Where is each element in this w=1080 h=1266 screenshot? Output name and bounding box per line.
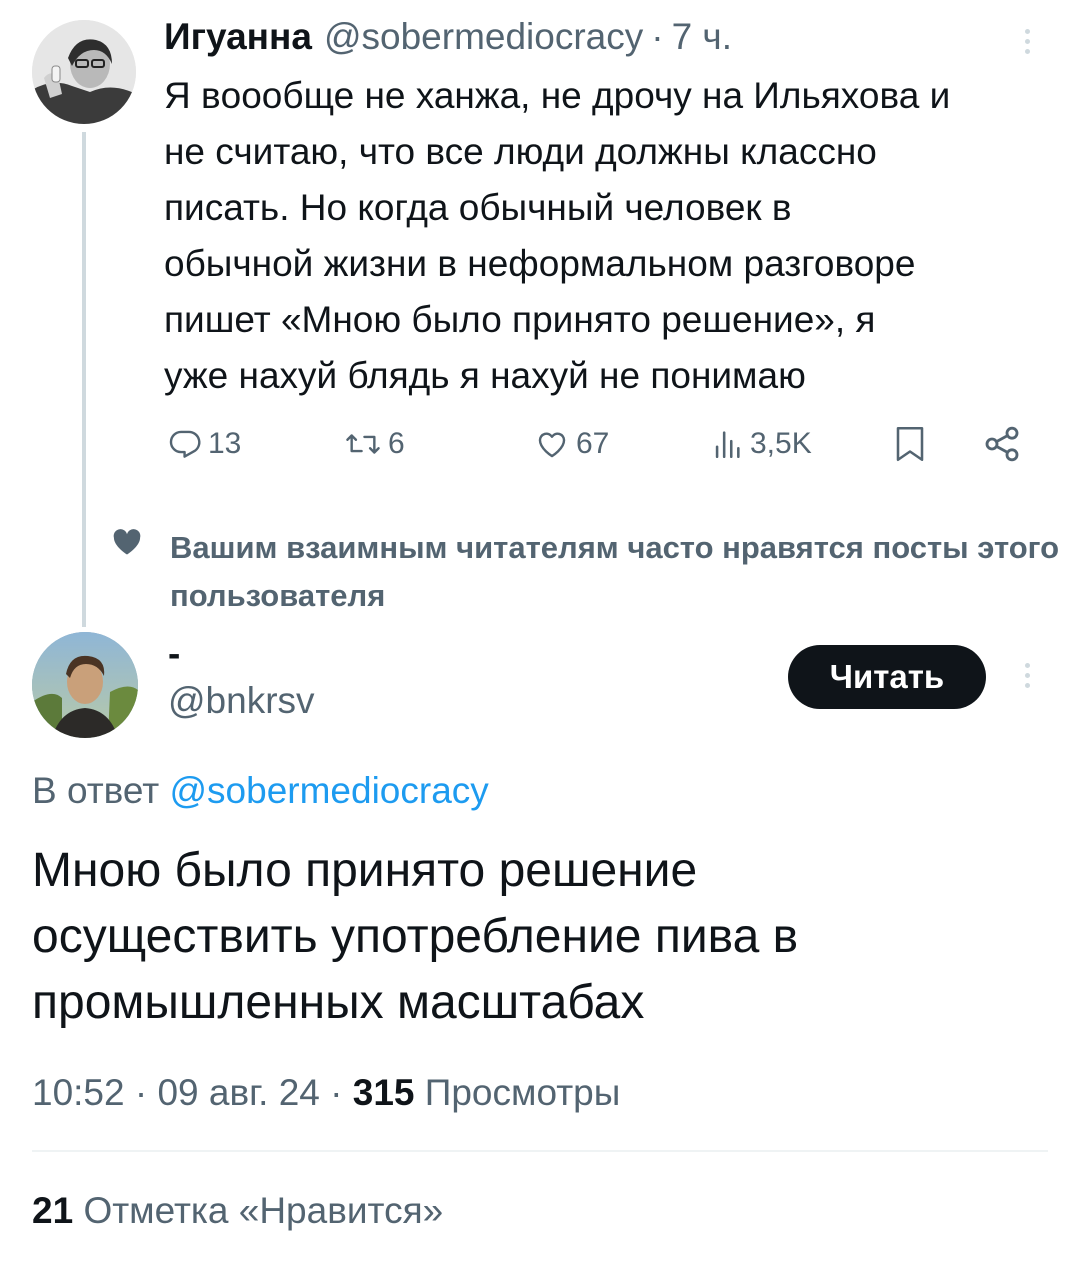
reply-to-handle-link[interactable]: @sobermediocracy bbox=[170, 770, 489, 811]
parent-avatar-image bbox=[32, 20, 136, 124]
header-separator: · bbox=[651, 16, 664, 57]
parent-tweet-header: Игуанна @sobermediocracy · 7 ч. bbox=[164, 16, 732, 66]
views-icon bbox=[715, 431, 740, 459]
follow-button[interactable]: Читать bbox=[788, 645, 986, 709]
reply-author-name[interactable]: - bbox=[168, 632, 180, 676]
tweet-time[interactable]: 10:52 bbox=[32, 1072, 125, 1113]
reply-avatar-image bbox=[32, 632, 138, 738]
parent-author-avatar[interactable] bbox=[32, 20, 136, 124]
more-icon[interactable] bbox=[1022, 660, 1032, 690]
like-icon bbox=[538, 432, 566, 458]
views-count: 315 bbox=[352, 1072, 415, 1113]
parent-tweet-text: Я вooобще не ханжа, не дрочу на Ильяхова… bbox=[164, 75, 951, 396]
share-button[interactable] bbox=[982, 418, 1022, 470]
meta-separator: · bbox=[134, 1072, 148, 1113]
meta-separator: · bbox=[330, 1072, 343, 1113]
parent-tweet-time[interactable]: 7 ч. bbox=[672, 16, 732, 58]
reply-button[interactable]: 13 bbox=[168, 418, 241, 470]
share-icon bbox=[985, 426, 1019, 462]
reply-icon bbox=[169, 430, 201, 458]
reply-prefix: В ответ bbox=[32, 770, 160, 811]
reply-author-avatar[interactable] bbox=[32, 632, 138, 738]
more-icon[interactable] bbox=[1022, 26, 1032, 56]
views-label: Просмотры bbox=[424, 1072, 621, 1113]
repost-count: 6 bbox=[388, 427, 405, 460]
likes-label: Отметка «Нравится» bbox=[83, 1190, 444, 1231]
likes-summary[interactable]: 21 Отметка «Нравится» bbox=[32, 1186, 443, 1236]
heart-icon bbox=[112, 528, 142, 561]
reply-author-handle[interactable]: @bnkrsv bbox=[168, 676, 315, 726]
views-button[interactable]: 3,5K bbox=[710, 418, 812, 470]
like-count: 67 bbox=[576, 427, 610, 460]
reply-count: 13 bbox=[208, 427, 242, 460]
parent-author-handle[interactable]: @sobermediocracy bbox=[324, 16, 643, 58]
likes-count: 21 bbox=[32, 1190, 74, 1231]
tweet-date[interactable]: 09 авг. 24 bbox=[157, 1072, 319, 1113]
repost-icon bbox=[346, 434, 380, 454]
repost-button[interactable]: 6 bbox=[344, 418, 405, 470]
tweet-action-bar: 13 6 67 3,5K bbox=[164, 418, 1034, 470]
reply-to-line: В ответ @sobermediocracy bbox=[32, 766, 489, 816]
tweet-meta-line: 10:52 · 09 авг. 24 · 315 Просмотры bbox=[32, 1068, 620, 1118]
thread-connector-line bbox=[82, 132, 86, 627]
bookmark-icon bbox=[896, 426, 924, 462]
parent-author-name[interactable]: Игуанна bbox=[164, 16, 312, 58]
main-tweet-text: Мною было принято решение осуществить уп… bbox=[32, 844, 799, 1029]
social-context-text: Вашим взаимным читателям часто нравятся … bbox=[170, 530, 1060, 613]
bookmark-button[interactable] bbox=[892, 418, 928, 470]
views-count-parent: 3,5K bbox=[750, 427, 812, 460]
like-button[interactable]: 67 bbox=[534, 418, 609, 470]
divider bbox=[32, 1150, 1048, 1152]
